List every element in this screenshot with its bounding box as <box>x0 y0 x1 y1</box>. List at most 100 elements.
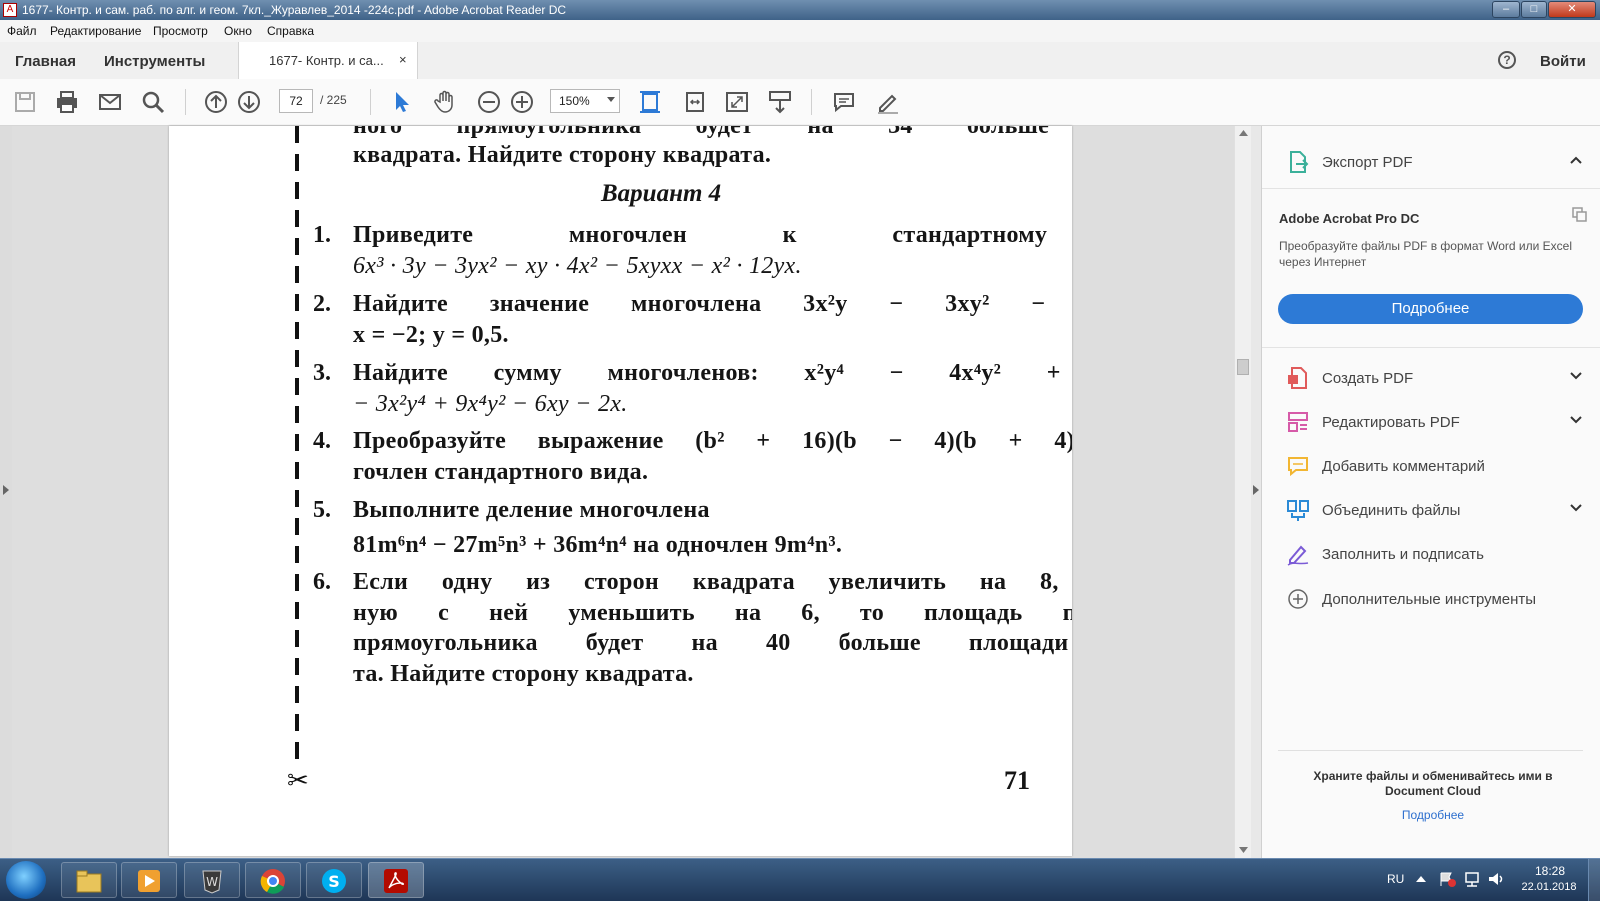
menu-file[interactable]: Файл <box>7 24 37 38</box>
zoom-in-icon[interactable] <box>510 90 534 114</box>
menu-help[interactable]: Справка <box>267 24 314 38</box>
cut-line <box>295 322 299 339</box>
task-number: 2. <box>313 291 331 317</box>
fill-sign-icon <box>1287 545 1309 566</box>
action-center-flag-icon[interactable] <box>1438 871 1456 887</box>
doc-text-line: ного прямоугольника будет на 34 больше п… <box>353 126 1072 139</box>
copy-icon[interactable] <box>1572 207 1588 223</box>
page-number-input[interactable]: 72 <box>279 89 313 113</box>
email-icon[interactable] <box>98 90 122 114</box>
show-desktop-button[interactable] <box>1588 859 1600 901</box>
vertical-scrollbar[interactable] <box>1234 126 1252 858</box>
chevron-right-icon <box>3 485 9 495</box>
title-bar: A 1677- Контр. и сам. раб. по алг. и гео… <box>0 0 1600 20</box>
menu-window[interactable]: Окно <box>224 24 252 38</box>
prev-page-icon[interactable] <box>204 90 228 114</box>
cut-line <box>295 574 299 591</box>
scroll-mode-icon[interactable] <box>768 90 792 114</box>
tray-expand-icon[interactable] <box>1416 874 1426 882</box>
divider <box>1262 347 1600 348</box>
close-tab-icon[interactable]: × <box>399 52 407 67</box>
task-text: Приведите многочлен к стандартному виду: <box>353 222 1072 248</box>
tool-edit-pdf[interactable]: Редактировать PDF <box>1262 402 1600 442</box>
tools-pane: Экспорт PDF Adobe Acrobat Pro DC Преобра… <box>1261 126 1600 858</box>
scissors-icon: ✂ <box>287 766 309 795</box>
page-total: / 225 <box>320 93 347 107</box>
document-cloud-link[interactable]: Подробнее <box>1288 808 1578 822</box>
zoom-select[interactable]: 150% <box>550 89 620 113</box>
cut-line <box>295 182 299 199</box>
tab-tools[interactable]: Инструменты <box>104 53 205 70</box>
tool-more-tools[interactable]: Дополнительные инструменты <box>1262 579 1600 619</box>
clock-date[interactable]: 22.01.2018 <box>1514 881 1584 893</box>
tab-document[interactable]: 1677- Контр. и са... × <box>238 42 418 80</box>
task-number: 4. <box>313 428 331 454</box>
document-viewport[interactable]: ✂ ного прямоугольника будет на 34 больше… <box>0 126 1257 858</box>
fullscreen-icon[interactable] <box>725 90 749 114</box>
signin-button[interactable]: Войти <box>1540 53 1586 70</box>
taskbar-acrobat[interactable] <box>368 862 424 898</box>
cut-line <box>295 490 299 507</box>
search-icon[interactable] <box>141 90 165 114</box>
task-text: прямоугольника будет на 40 больше площад… <box>353 630 1072 656</box>
network-icon[interactable] <box>1463 871 1481 887</box>
scroll-down-icon[interactable] <box>1239 847 1248 853</box>
highlight-pen-icon[interactable] <box>876 90 900 114</box>
taskbar-media-player[interactable] <box>121 862 177 898</box>
cut-line <box>295 378 299 395</box>
scrollbar-thumb[interactable] <box>1237 359 1249 375</box>
tool-combine-files[interactable]: Объединить файлы <box>1262 490 1600 530</box>
cut-line <box>295 714 299 731</box>
export-pdf-item[interactable]: Экспорт PDF <box>1262 142 1600 182</box>
fit-page-icon[interactable] <box>638 90 662 114</box>
select-cursor-icon[interactable] <box>390 90 414 114</box>
close-button[interactable]: ✕ <box>1548 1 1596 18</box>
scroll-up-icon[interactable] <box>1239 130 1248 136</box>
zoom-out-icon[interactable] <box>477 90 501 114</box>
tool-label: Добавить комментарий <box>1322 458 1485 475</box>
language-indicator[interactable]: RU <box>1387 872 1404 886</box>
cut-line <box>295 630 299 647</box>
task-text: Найдите сумму многочленов: x²y⁴ − 4x⁴y² … <box>353 360 1072 386</box>
taskbar-chrome[interactable] <box>245 862 301 898</box>
save-icon[interactable] <box>13 90 37 114</box>
chevron-down-icon[interactable] <box>1568 412 1584 428</box>
cut-line <box>295 686 299 703</box>
minimize-button[interactable]: – <box>1492 1 1520 18</box>
chevron-down-icon[interactable] <box>1568 368 1584 384</box>
print-icon[interactable] <box>55 90 79 114</box>
cut-line <box>295 518 299 535</box>
maximize-button[interactable]: □ <box>1521 1 1547 18</box>
toolbar-separator <box>811 89 812 115</box>
media-player-icon <box>138 870 160 892</box>
tool-add-comment[interactable]: Добавить комментарий <box>1262 446 1600 486</box>
menu-edit[interactable]: Редактирование <box>50 24 141 38</box>
tab-home[interactable]: Главная <box>15 53 76 70</box>
edit-pdf-icon <box>1288 412 1308 432</box>
menu-view[interactable]: Просмотр <box>153 24 208 38</box>
chevron-up-icon[interactable] <box>1568 152 1584 168</box>
tool-create-pdf[interactable]: Создать PDF <box>1262 358 1600 398</box>
fit-width-icon[interactable] <box>683 90 707 114</box>
tool-fill-sign[interactable]: Заполнить и подписать <box>1262 534 1600 574</box>
create-pdf-icon <box>1288 367 1307 389</box>
left-pane-toggle[interactable] <box>0 126 12 858</box>
zoom-value: 150% <box>559 94 590 108</box>
taskbar-game[interactable]: W <box>184 862 240 898</box>
taskbar-skype[interactable]: S <box>306 862 362 898</box>
volume-icon[interactable] <box>1487 871 1505 887</box>
taskbar-explorer[interactable] <box>61 862 117 898</box>
start-button[interactable] <box>6 861 46 899</box>
chevron-down-icon[interactable] <box>1568 500 1584 516</box>
cut-line <box>295 126 299 143</box>
help-icon[interactable]: ? <box>1498 51 1516 69</box>
next-page-icon[interactable] <box>237 90 261 114</box>
right-pane-toggle[interactable] <box>1251 126 1261 858</box>
task-text: Найдите значение многочлена 3x²y − 3xy² … <box>353 291 1072 317</box>
comment-icon[interactable] <box>832 90 856 114</box>
hand-tool-icon[interactable] <box>433 90 457 114</box>
pdf-page: ✂ ного прямоугольника будет на 34 больше… <box>169 126 1072 856</box>
promo-title: Adobe Acrobat Pro DC <box>1279 211 1420 226</box>
learn-more-button[interactable]: Подробнее <box>1278 294 1583 324</box>
clock-time[interactable]: 18:28 <box>1520 864 1580 878</box>
